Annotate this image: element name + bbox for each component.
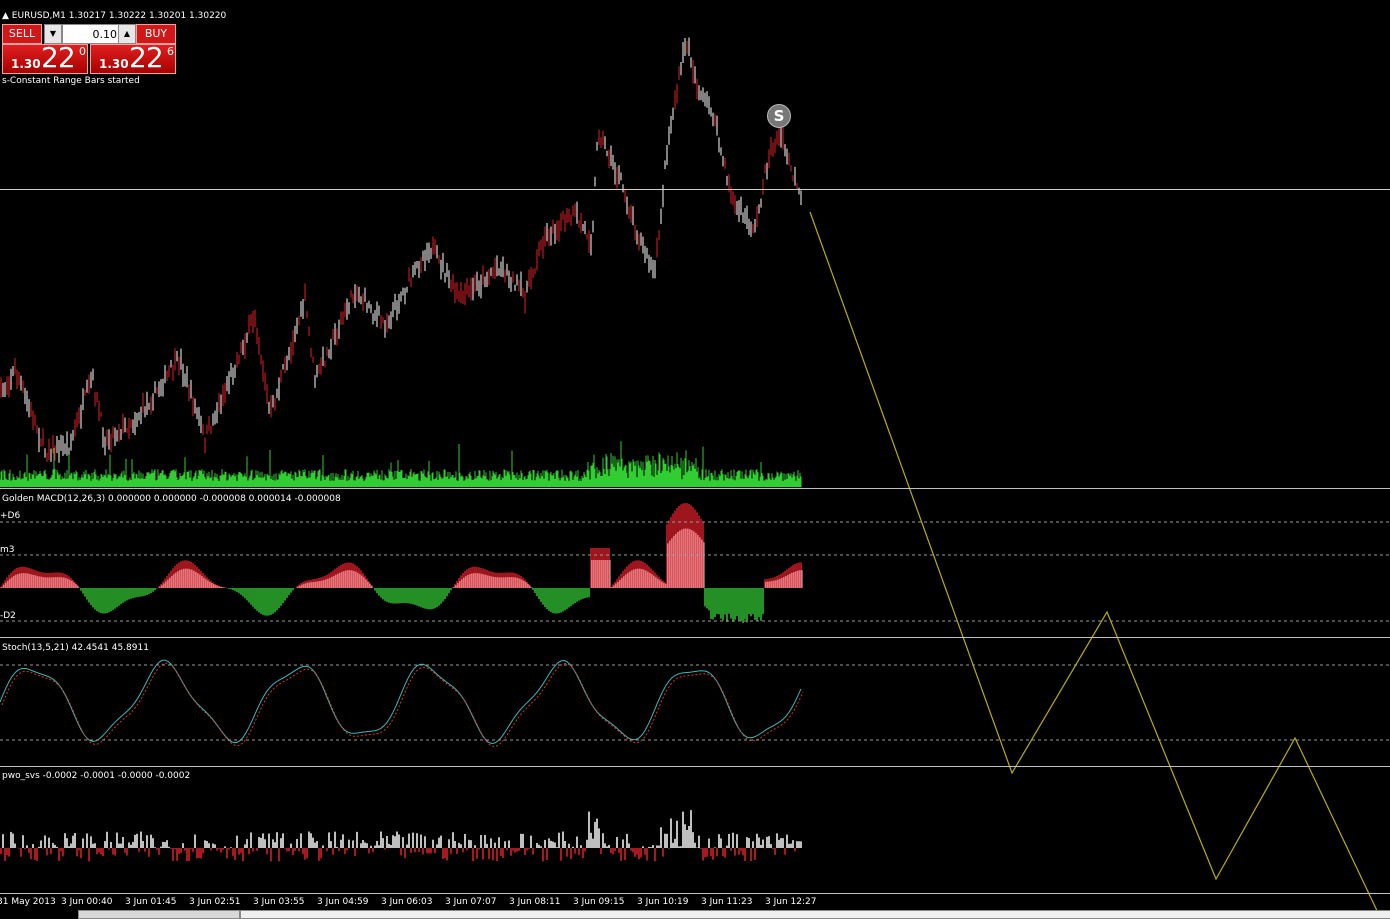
volume-bars [0,441,802,487]
stoch-signal-line [1,662,804,748]
stochastic-lines [0,659,804,748]
chart-tab[interactable] [78,910,240,919]
time-axis-label: 3 Jun 09:15 [573,897,625,907]
bid-price-box[interactable]: 1.30 22 0 [2,44,88,74]
lot-decrease-button[interactable]: ▼ [44,24,62,44]
macd-histogram [0,503,803,623]
symbol-label: EURUSD,M1 [11,11,66,21]
time-axis-label: 31 May 2013 [0,897,56,907]
macd-level-label: -D2 [0,611,16,621]
pwo-histogram [0,810,802,862]
subwindow-separator[interactable] [0,488,1390,489]
chart-canvas[interactable] [0,0,1390,917]
chart-title: ▲ EURUSD,M1 1.30217 1.30222 1.30201 1.30… [2,11,226,22]
subwindow-separator[interactable] [0,637,1390,638]
subwindow-separator[interactable] [0,766,1390,767]
lot-increase-button[interactable]: ▲ [118,24,136,44]
bid-price-prefix: 1.30 [11,57,41,71]
ask-price-box[interactable]: 1.30 22 6 [90,44,176,74]
price-candles [0,37,802,463]
ask-price-pip: 6 [167,45,174,58]
status-message: s-Constant Range Bars started [2,76,140,86]
time-axis-label: 3 Jun 10:19 [637,897,689,907]
time-axis-separator [0,893,1390,894]
projection-line [809,211,1381,917]
price-horizontal-line[interactable] [0,189,1390,190]
time-axis-label: 3 Jun 12:27 [765,897,817,907]
stoch-label: Stoch(13,5,21) 42.4541 45.8911 [2,643,149,653]
buy-button[interactable]: BUY [136,24,176,44]
sell-button[interactable]: SELL [2,24,42,44]
time-axis-label: 3 Jun 06:03 [381,897,433,907]
signal-marker[interactable]: S [767,104,791,128]
zigzag-projection-line [809,211,1381,917]
time-axis-label: 3 Jun 02:51 [189,897,241,907]
lot-size-input[interactable] [62,24,120,44]
time-axis-label: 3 Jun 07:07 [445,897,497,907]
time-axis-label: 3 Jun 03:55 [253,897,305,907]
chevron-up-icon: ▲ [123,29,131,38]
ask-price-big: 22 [129,44,164,74]
time-axis-label: 3 Jun 01:45 [125,897,177,907]
time-axis-label: 3 Jun 04:59 [317,897,369,907]
time-axis-label: 3 Jun 00:40 [61,897,113,907]
time-axis-label: 3 Jun 11:23 [701,897,753,907]
chevron-down-icon: ▼ [49,29,57,38]
macd-level-label: +D6 [0,511,21,521]
macd-level-label: m3 [0,545,15,555]
ask-price-prefix: 1.30 [99,57,129,71]
bid-price-big: 22 [41,44,76,74]
pwo-label: pwo_svs -0.0002 -0.0001 -0.0000 -0.0002 [2,771,191,781]
horizontal-scrollbar[interactable] [240,910,1390,919]
triangle-icon: ▲ [2,11,9,21]
bid-price-pip: 0 [79,45,86,58]
macd-label: Golden MACD(12,26,3) 0.000000 0.000000 -… [2,494,341,504]
ohlc-values: 1.30217 1.30222 1.30201 1.30220 [68,11,227,21]
time-axis-label: 3 Jun 08:11 [509,897,561,907]
one-click-trading-panel: SELL ▼ ▲ BUY 1.30 22 0 1.30 22 6 [2,24,176,74]
